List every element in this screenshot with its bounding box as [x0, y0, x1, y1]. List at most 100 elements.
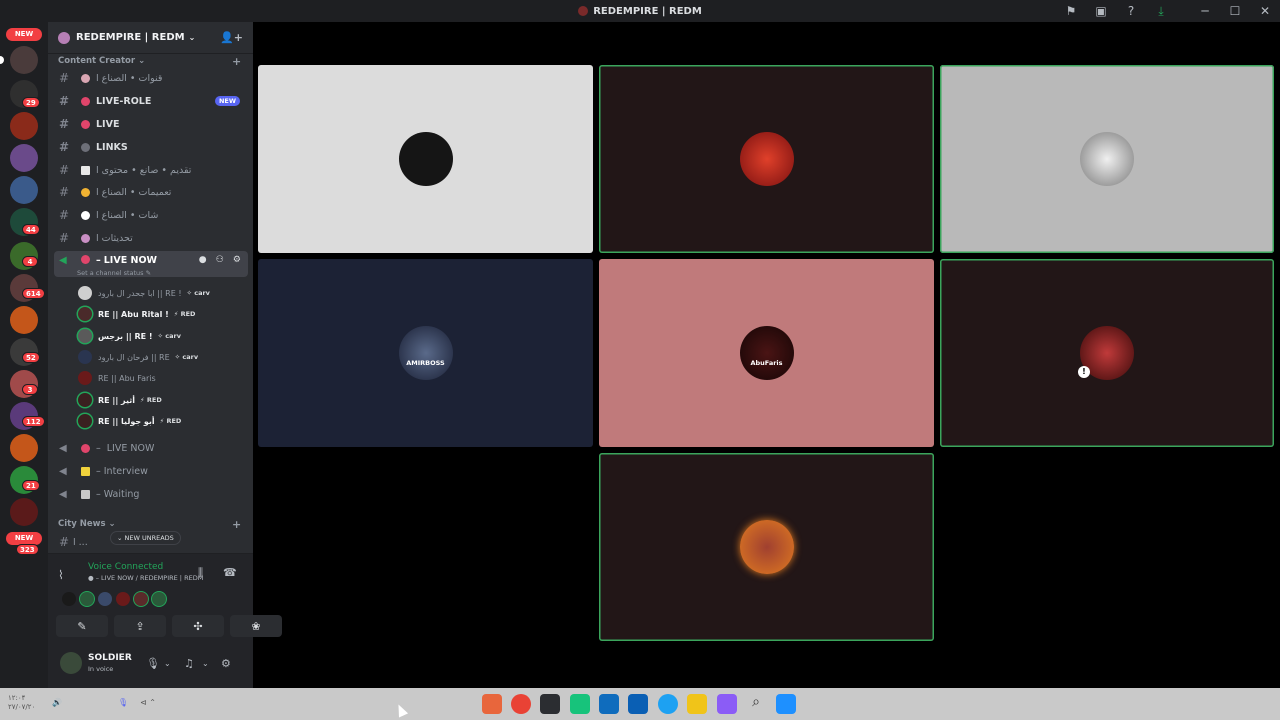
- new-badge: NEW: [6, 28, 42, 41]
- participant-tile[interactable]: AbuFaris: [599, 259, 934, 447]
- participant-tile[interactable]: [940, 65, 1274, 253]
- maximize-icon[interactable]: ☐: [1220, 0, 1250, 22]
- server-icon[interactable]: [10, 144, 38, 172]
- guild-name: REDEMPIRE | REDM: [76, 32, 185, 43]
- participant-tile[interactable]: [599, 453, 934, 641]
- voice-member[interactable]: RE || أبو جوليا ⚡ RED: [78, 412, 181, 430]
- search-icon[interactable]: ⌕: [746, 694, 766, 714]
- activities-button[interactable]: ✣: [172, 615, 224, 637]
- channel-item[interactable]: # LINKS: [54, 137, 248, 157]
- chevron-down-icon[interactable]: ⌄: [164, 659, 171, 668]
- channel-item[interactable]: # قنوات • الصناع ا: [54, 68, 248, 88]
- server-icon[interactable]: [10, 498, 38, 526]
- avatar: [78, 307, 92, 321]
- participant-tile[interactable]: AMIRBOSS: [258, 259, 593, 447]
- participant-tile[interactable]: !: [940, 259, 1274, 447]
- channel-item[interactable]: # LIVE-ROLE NEW: [54, 91, 248, 111]
- channel-item[interactable]: # LIVE: [54, 114, 248, 134]
- add-channel-icon[interactable]: +: [232, 518, 241, 531]
- folder-icon[interactable]: [687, 694, 707, 714]
- channel-actions-icons[interactable]: ● ⚇ ⚙: [199, 255, 244, 265]
- noise-suppression-icon[interactable]: ⫼: [198, 566, 203, 580]
- channel-item[interactable]: # شات • الصناع ا: [54, 205, 248, 225]
- hash-icon: #: [59, 231, 70, 245]
- hash-icon: #: [59, 208, 70, 222]
- participant-tile[interactable]: [599, 65, 934, 253]
- channel-label: تعميمات • الصناع ا: [96, 186, 172, 198]
- channel-status-hint[interactable]: Set a channel status ✎: [77, 269, 151, 277]
- disconnect-icon[interactable]: ☎: [223, 566, 237, 579]
- server-icon[interactable]: [10, 434, 38, 462]
- tray-clock[interactable]: ۱۲:۰۴ ۲۷/۰۷/۲۰: [8, 694, 35, 712]
- avatar[interactable]: [98, 592, 112, 606]
- help-icon[interactable]: ?: [1116, 0, 1146, 22]
- edge-icon[interactable]: [658, 694, 678, 714]
- avatar[interactable]: [152, 592, 166, 606]
- new-unreads-pill[interactable]: ⌄ NEW UNREADS: [110, 531, 181, 545]
- download-icon[interactable]: ⤓: [1146, 0, 1176, 22]
- screen-share-button[interactable]: ⇪: [114, 615, 166, 637]
- voice-member[interactable]: RE || Abu Faris: [78, 369, 156, 387]
- signal-icon[interactable]: ⌇: [58, 568, 64, 582]
- voice-member[interactable]: ابا جحدر ال بارود || RE ! ✧ carv: [78, 284, 210, 302]
- participant-tile[interactable]: [258, 65, 593, 253]
- chevron-down-icon[interactable]: ⌄: [202, 659, 209, 668]
- voice-member[interactable]: فرحان ال بارود || RE ✧ carv: [78, 348, 198, 366]
- avatar[interactable]: [134, 592, 148, 606]
- microphone-icon[interactable]: 🎙: [146, 657, 160, 670]
- avatar[interactable]: [116, 592, 130, 606]
- close-icon[interactable]: ✕: [1250, 0, 1280, 22]
- category-city-news[interactable]: City News ⌄ +: [58, 518, 241, 531]
- app-icon[interactable]: [628, 694, 648, 714]
- chrome-icon[interactable]: [511, 694, 531, 714]
- inbox-icon[interactable]: ▣: [1086, 0, 1116, 22]
- member-name: RE || أثير: [98, 395, 136, 405]
- voice-member[interactable]: برجس || RE ! ✧ carv: [78, 327, 181, 345]
- app-icon[interactable]: [570, 694, 590, 714]
- voice-member[interactable]: RE || Abu Rital ! ⚡ RED: [78, 305, 195, 323]
- voice-channel-live-now[interactable]: ◀ – LIVE NOW: [54, 438, 248, 458]
- voice-member[interactable]: RE || أثير ⚡ RED: [78, 391, 162, 409]
- participant-avatar: [1080, 132, 1134, 186]
- soundboard-button[interactable]: ❀: [230, 615, 282, 637]
- minimize-icon[interactable]: ─: [1190, 0, 1220, 22]
- username[interactable]: SOLDIER: [88, 653, 132, 663]
- start-icon[interactable]: [776, 694, 796, 714]
- channel-emoji: [81, 466, 90, 476]
- server-icon[interactable]: [10, 176, 38, 204]
- avatar[interactable]: [80, 592, 94, 606]
- channel-label: LIVE NOW: [106, 442, 155, 454]
- microphone-icon[interactable]: 🎙: [118, 698, 128, 707]
- headphones-icon[interactable]: ♫: [184, 657, 194, 670]
- user-status: In voice: [88, 665, 114, 673]
- steam-icon[interactable]: [540, 694, 560, 714]
- avatar[interactable]: [60, 652, 82, 674]
- server-icon[interactable]: [10, 46, 38, 74]
- avatar[interactable]: [62, 592, 76, 606]
- server-icon[interactable]: [10, 112, 38, 140]
- channel-label: LINKS: [96, 141, 128, 153]
- volume-icon[interactable]: 🔊: [52, 698, 62, 707]
- invite-icon[interactable]: 👤+: [220, 31, 243, 44]
- add-channel-icon[interactable]: +: [232, 55, 241, 68]
- tray-chevron-icon[interactable]: ⊲ ⌃: [140, 698, 156, 707]
- category-content-creator[interactable]: Content Creator ⌄ +: [58, 55, 241, 68]
- category-label: Content Creator: [58, 56, 136, 66]
- voice-connected-title[interactable]: Voice Connected: [88, 562, 163, 572]
- camera-off-button[interactable]: ✎: [56, 615, 108, 637]
- channel-item[interactable]: # تقديم • صانع • محتوى ا: [54, 160, 248, 180]
- app-icon[interactable]: [717, 694, 737, 714]
- voice-channel-interview[interactable]: ◀ – Interview: [54, 461, 248, 481]
- channel-prefix: –: [96, 255, 101, 266]
- guild-header[interactable]: REDEMPIRE | REDM ⌄ 👤+: [48, 22, 253, 54]
- chevron-down-icon: ⌄: [188, 33, 196, 42]
- flag-icon[interactable]: ⚑: [1056, 0, 1086, 22]
- channel-item[interactable]: # تعميمات • الصناع ا: [54, 182, 248, 202]
- outlook-icon[interactable]: [599, 694, 619, 714]
- app-icon[interactable]: [482, 694, 502, 714]
- channel-item[interactable]: # تحديثات ا: [54, 228, 248, 248]
- server-icon[interactable]: [10, 306, 38, 334]
- gear-icon[interactable]: ⚙: [221, 657, 231, 670]
- voice-connected-subtitle[interactable]: ● – LIVE NOW / REDEMPIRE | REDM: [88, 574, 203, 582]
- voice-channel-waiting[interactable]: ◀ – Waiting: [54, 484, 248, 504]
